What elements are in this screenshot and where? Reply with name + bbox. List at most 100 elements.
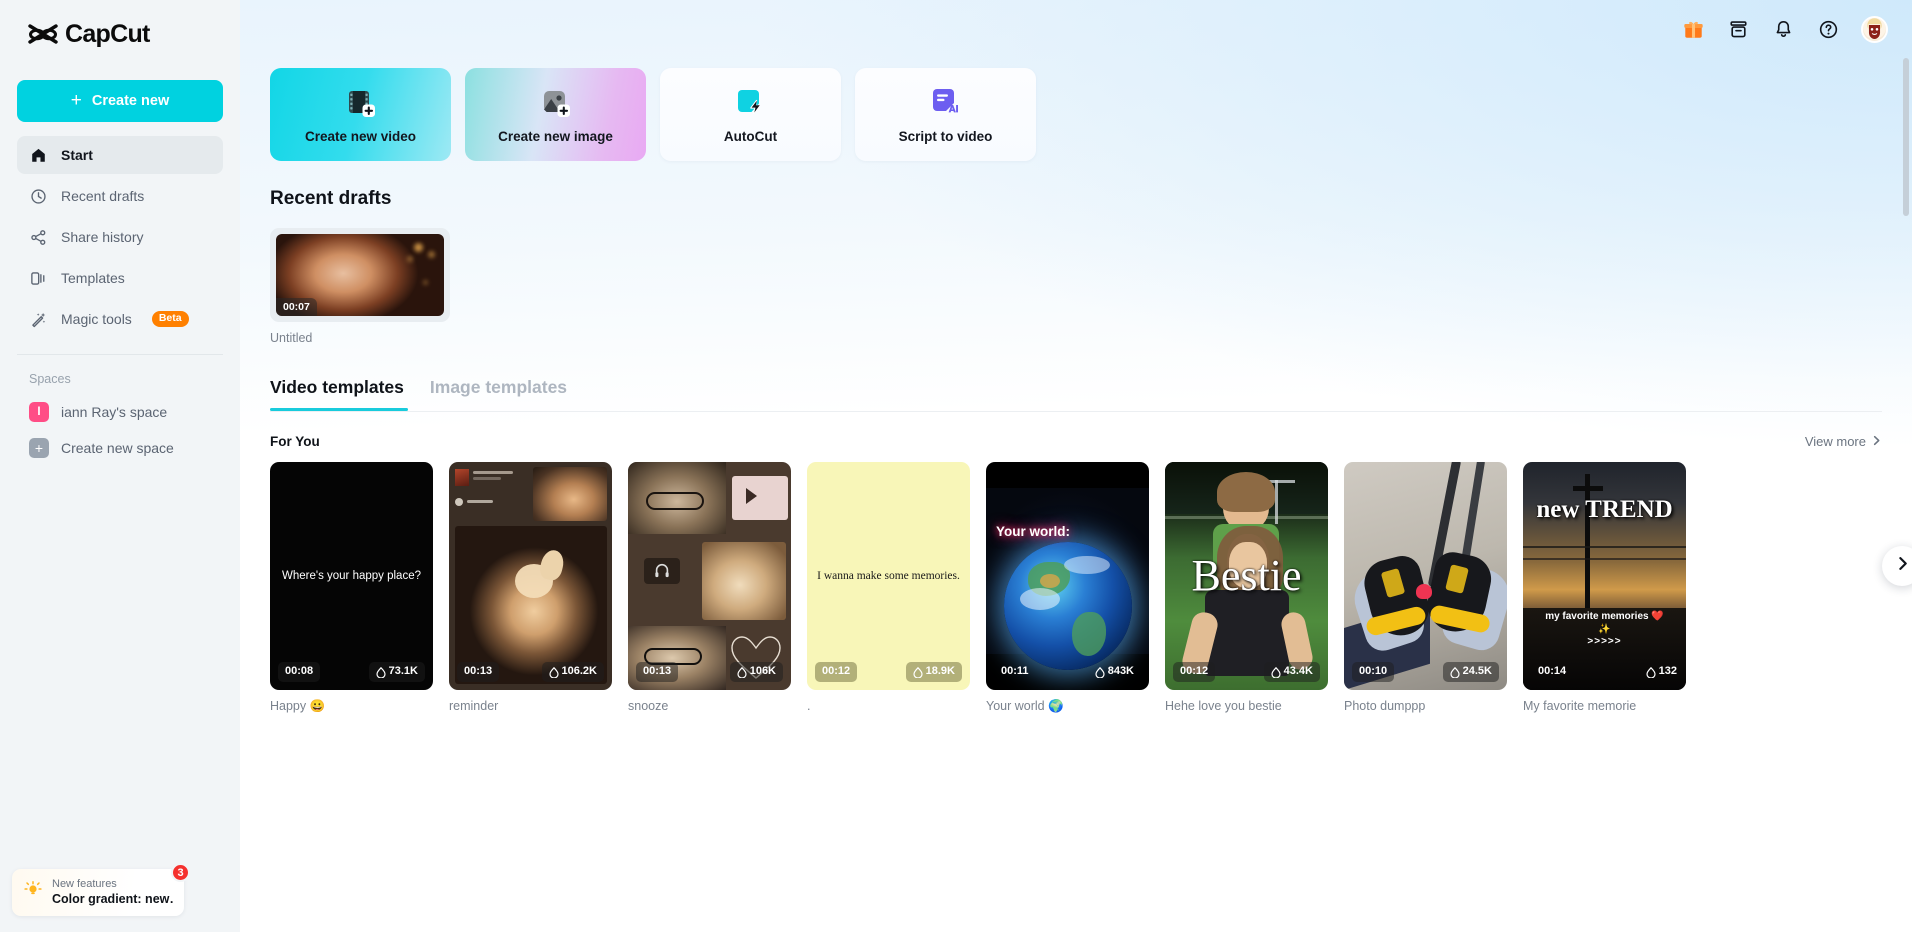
tab-image-templates[interactable]: Image templates	[430, 377, 567, 411]
new-features-promo-card[interactable]: New features Color gradient: new… 3	[12, 863, 190, 916]
create-new-video-card[interactable]: Create new video	[270, 68, 451, 161]
template-card[interactable]: 00:13 106K snooze	[628, 462, 791, 714]
template-views: 73.1K	[368, 662, 425, 682]
tab-video-templates[interactable]: Video templates	[270, 377, 404, 411]
create-new-button[interactable]: + Create new	[17, 80, 223, 122]
chevron-right-icon	[1871, 434, 1882, 449]
draft-thumbnail: 00:07	[276, 234, 444, 316]
film-plus-icon	[344, 86, 378, 120]
template-duration: 00:13	[457, 662, 500, 682]
sidebar-item-magic-tools[interactable]: Magic tools Beta	[17, 300, 223, 338]
template-card[interactable]: new TREND my favorite memories ❤️✨ >>>>>…	[1523, 462, 1686, 714]
template-thumbnail: 00:13 106.2K	[449, 462, 612, 690]
template-card[interactable]: Bestie 00:12 43.4K Hehe love you bestie	[1165, 462, 1328, 714]
clock-icon	[29, 187, 48, 206]
share-icon	[29, 228, 48, 247]
template-thumbnail: Bestie 00:12 43.4K	[1165, 462, 1328, 690]
archive-icon[interactable]	[1726, 17, 1750, 41]
template-carousel: Where's your happy place? 00:08 73.1K Ha…	[270, 462, 1912, 714]
template-name: My favorite memorie	[1523, 699, 1637, 713]
magic-wand-icon	[29, 310, 48, 329]
help-icon[interactable]	[1816, 17, 1840, 41]
gift-icon[interactable]	[1681, 17, 1705, 41]
template-views: 18.9K	[905, 662, 962, 682]
top-bar	[240, 0, 1912, 58]
action-label: Create new video	[304, 128, 417, 144]
action-label: Create new image	[498, 128, 613, 144]
template-duration: 00:14	[1538, 665, 1567, 678]
view-more-label: View more	[1804, 434, 1866, 449]
view-more-button[interactable]: View more	[1805, 434, 1882, 449]
template-duration: 00:12	[1173, 662, 1216, 682]
promo-title: New features	[52, 877, 117, 890]
sidebar-item-templates[interactable]: Templates	[17, 259, 223, 297]
home-icon	[29, 146, 48, 165]
template-thumbnail: 00:13 106K	[628, 462, 791, 690]
image-plus-icon	[539, 86, 573, 120]
user-avatar[interactable]	[1861, 15, 1888, 43]
tab-baseline	[270, 411, 1882, 412]
template-card[interactable]: Your world: 00:11 843K Your world 🌍	[986, 462, 1149, 714]
template-thumbnail: new TREND my favorite memories ❤️✨ >>>>>…	[1523, 462, 1686, 690]
template-caption: Your world:	[996, 524, 1070, 539]
template-name: snooze	[628, 699, 669, 713]
script-to-video-card[interactable]: Script to video	[855, 68, 1036, 161]
create-new-image-card[interactable]: Create new image	[465, 68, 646, 161]
sidebar-item-start[interactable]: Start	[17, 136, 223, 174]
lightbulb-icon	[23, 880, 43, 905]
draft-name: Untitled	[270, 331, 313, 345]
sidebar: CapCut + Create new Start Recent drafts	[0, 0, 240, 932]
plus-square-icon: +	[29, 438, 49, 458]
draft-card[interactable]: 00:07	[270, 228, 450, 322]
action-label: AutoCut	[723, 128, 778, 144]
script-ai-icon	[929, 86, 963, 120]
template-card[interactable]: Where's your happy place? 00:08 73.1K Ha…	[270, 462, 433, 714]
sidebar-item-recent-drafts[interactable]: Recent drafts	[17, 177, 223, 215]
template-name: .	[807, 699, 811, 713]
template-name: Your world 🌍	[986, 699, 1064, 713]
sidebar-item-label: Start	[61, 147, 93, 163]
autocut-card[interactable]: AutoCut	[660, 68, 841, 161]
template-caption: Where's your happy place?	[282, 570, 421, 582]
template-name: Photo dumppp	[1344, 699, 1426, 713]
template-thumbnail: I wanna make some memories. 00:12 18.9K	[807, 462, 970, 690]
sidebar-item-label: Magic tools	[61, 311, 132, 327]
space-label: Create new space	[61, 440, 174, 456]
template-duration: 00:12	[815, 662, 858, 682]
template-duration: 00:08	[278, 662, 321, 682]
create-new-label: Create new	[91, 93, 170, 109]
page-scrollbar[interactable]	[1903, 58, 1909, 932]
template-card[interactable]: 00:13 106.2K reminder	[449, 462, 612, 714]
template-views: 843K	[1088, 662, 1141, 682]
bell-icon[interactable]	[1771, 17, 1795, 41]
promo-subtitle: Color gradient: new…	[52, 892, 173, 907]
quick-actions-row: Create new video Create new image AutoCu…	[270, 68, 1912, 161]
sidebar-nav: Start Recent drafts Share history Templa…	[0, 136, 240, 341]
template-views: 132	[1639, 662, 1684, 682]
sidebar-item-share-history[interactable]: Share history	[17, 218, 223, 256]
space-label: iann Ray's space	[61, 404, 168, 420]
template-card[interactable]: I wanna make some memories. 00:12 18.9K …	[807, 462, 970, 714]
template-duration: 00:10	[1352, 662, 1395, 682]
brand-logo[interactable]: CapCut	[0, 0, 240, 58]
template-views: 24.5K	[1442, 662, 1499, 682]
template-views: 106.2K	[541, 662, 604, 682]
space-avatar: I	[29, 402, 49, 422]
chevron-right-icon	[1895, 556, 1910, 576]
template-duration: 00:11	[1001, 665, 1029, 678]
scrollbar-thumb[interactable]	[1903, 58, 1909, 216]
template-views: 106K	[729, 662, 783, 682]
promo-badge-count: 3	[171, 863, 190, 882]
brand-name: CapCut	[65, 20, 150, 48]
template-list: Where's your happy place? 00:08 73.1K Ha…	[270, 462, 1912, 714]
template-thumbnail: 00:10 24.5K	[1344, 462, 1507, 690]
template-card[interactable]: 00:10 24.5K Photo dumppp	[1344, 462, 1507, 714]
content-area: Create new video Create new image AutoCu…	[240, 58, 1912, 714]
sidebar-item-label: Templates	[61, 270, 125, 286]
space-item-create-new[interactable]: + Create new space	[17, 430, 223, 466]
template-caption: new TREND	[1536, 496, 1673, 523]
for-you-header: For You View more	[270, 434, 1882, 449]
draft-duration: 00:07	[276, 298, 317, 316]
space-item-iann-ray[interactable]: I iann Ray's space	[17, 394, 223, 430]
template-caption-2: my favorite memories ❤️✨	[1545, 611, 1664, 635]
